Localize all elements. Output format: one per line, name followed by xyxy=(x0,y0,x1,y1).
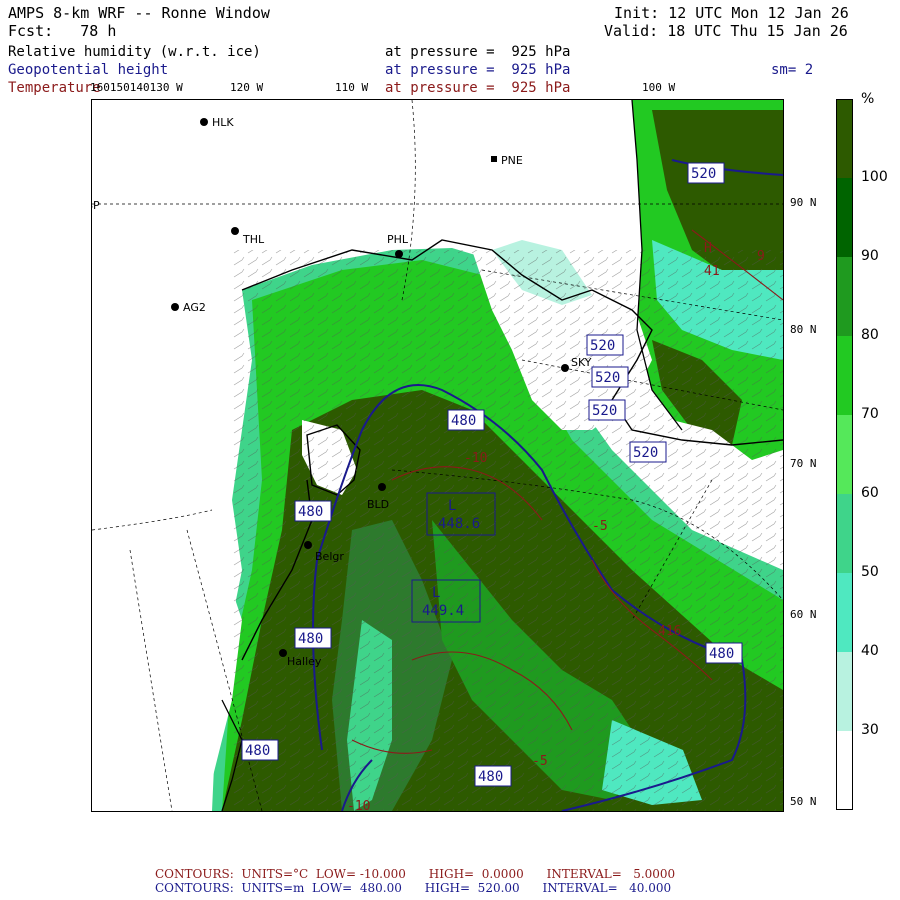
station-label: PNE xyxy=(501,154,523,167)
field-rh: Relative humidity (w.r.t. ice) xyxy=(8,44,261,60)
contour-value: 9 xyxy=(757,249,765,264)
colorbar-tick: 100 xyxy=(861,169,888,185)
lat-label: 60 N xyxy=(790,608,817,621)
colorbar-tick: 80 xyxy=(861,327,879,343)
station-label: SP xyxy=(92,199,100,212)
low-value: 449.4 xyxy=(422,603,464,619)
height-label: 480 xyxy=(298,504,323,520)
field-height: Geopotential height xyxy=(8,62,169,78)
station-marker xyxy=(395,250,403,258)
low-mark: L xyxy=(448,498,456,514)
station-label: Belgr xyxy=(315,550,344,563)
temp-label: -5 xyxy=(532,754,548,769)
lon-label: 100 W xyxy=(642,81,676,94)
temp-label: -10 xyxy=(347,799,370,811)
height-label: 480 xyxy=(478,769,503,785)
height-label: 520 xyxy=(590,338,615,354)
station-label: THL xyxy=(242,233,265,246)
station-marker xyxy=(561,364,569,372)
init-time: Init: 12 UTC Mon 12 Jan 26 xyxy=(614,4,849,22)
low-value: 448.6 xyxy=(438,516,480,532)
colorbar-tick: 70 xyxy=(861,406,879,422)
high-mark: H xyxy=(704,241,712,256)
lon-label: 160150140130 W xyxy=(90,81,183,94)
map-panel: 520 520 520 520 520 480 480 480 480 480 … xyxy=(91,99,784,812)
plot-title: AMPS 8-km WRF -- Ronne Window xyxy=(8,4,270,22)
station-label: AG2 xyxy=(183,301,206,314)
station-marker xyxy=(200,118,208,126)
lat-label: 90 N xyxy=(790,196,817,209)
height-label: 520 xyxy=(595,370,620,386)
station-label: SKY xyxy=(571,356,592,369)
field-temp: Temperature xyxy=(8,80,101,96)
footer-temp-contours: CONTOURS: UNITS=°C LOW= -10.000 HIGH= 0.… xyxy=(155,867,676,881)
station-label: BLD xyxy=(367,498,389,511)
contour-value: 416 xyxy=(658,624,681,639)
height-label: 520 xyxy=(691,166,716,182)
map-canvas: 520 520 520 520 520 480 480 480 480 480 … xyxy=(92,100,783,811)
colorbar-tick: 30 xyxy=(861,722,879,738)
forecast-hour: Fcst: 78 h xyxy=(8,22,117,40)
low-mark: L xyxy=(432,585,440,601)
valid-time: Valid: 18 UTC Thu 15 Jan 26 xyxy=(604,22,848,40)
station-marker xyxy=(491,156,497,162)
station-marker xyxy=(304,541,312,549)
station-label: PHL xyxy=(387,233,409,246)
height-label: 480 xyxy=(298,631,323,647)
height-label: 480 xyxy=(709,646,734,662)
station-marker xyxy=(171,303,179,311)
colorbar-unit: % xyxy=(861,91,875,107)
height-label: 520 xyxy=(592,403,617,419)
temp-label: -5 xyxy=(592,519,608,534)
contour-value: 41 xyxy=(704,264,720,279)
station-label: HLK xyxy=(212,116,234,129)
pressure-temp: at pressure = 925 hPa xyxy=(385,80,571,96)
lon-label: 120 W xyxy=(230,81,264,94)
temp-label: -10 xyxy=(464,451,487,466)
lat-label: 80 N xyxy=(790,323,817,336)
height-label: 480 xyxy=(451,413,476,429)
station-marker xyxy=(279,649,287,657)
colorbar-tick: 90 xyxy=(861,248,879,264)
lon-label: 110 W xyxy=(335,81,369,94)
station-marker xyxy=(231,227,239,235)
colorbar-tick: 40 xyxy=(861,643,879,659)
colorbar-tick: 60 xyxy=(861,485,879,501)
station-marker xyxy=(378,483,386,491)
smoothing-label: sm= 2 xyxy=(771,62,814,78)
lat-label: 70 N xyxy=(790,457,817,470)
colorbar xyxy=(836,99,853,810)
lat-label: 50 N xyxy=(790,795,817,808)
height-label: 520 xyxy=(633,445,658,461)
colorbar-tick: 50 xyxy=(861,564,879,580)
pressure-rh: at pressure = 925 hPa xyxy=(385,44,571,60)
pressure-height: at pressure = 925 hPa xyxy=(385,62,571,78)
footer-height-contours: CONTOURS: UNITS=m LOW= 480.00 HIGH= 520.… xyxy=(155,881,672,895)
height-label: 480 xyxy=(245,743,270,759)
station-label: Halley xyxy=(287,655,322,668)
